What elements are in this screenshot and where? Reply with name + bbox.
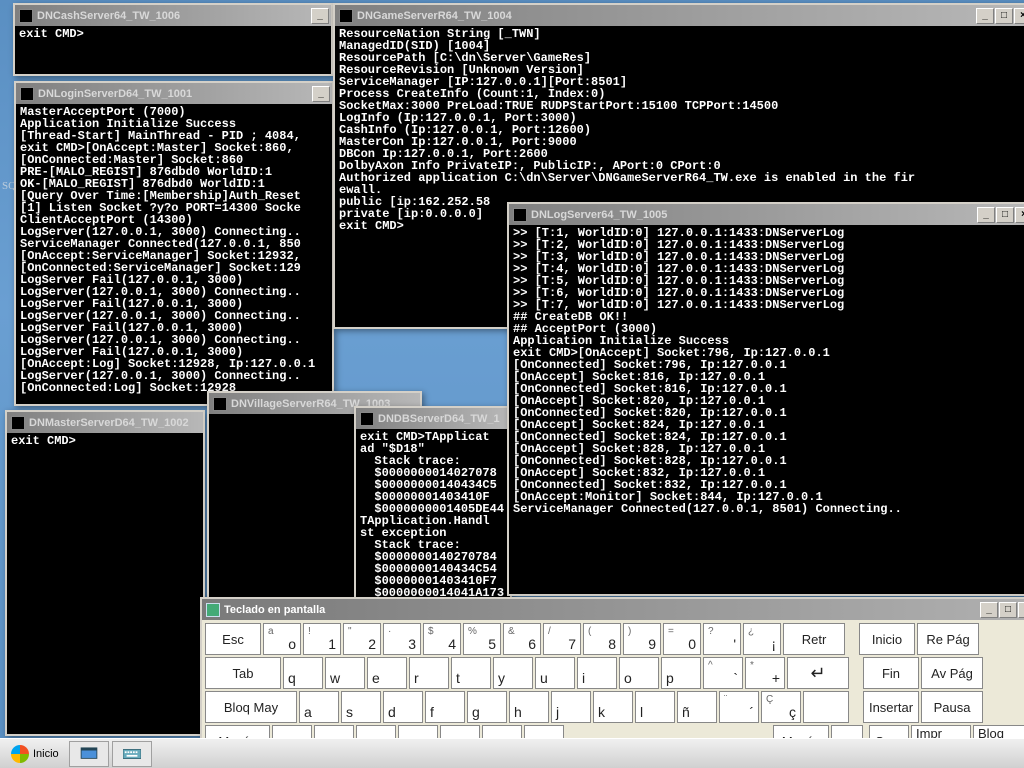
- key[interactable]: [803, 691, 849, 723]
- key[interactable]: p: [661, 657, 701, 689]
- titlebar-master[interactable]: DNMasterServerD64_TW_1002: [7, 412, 203, 433]
- key[interactable]: )9: [623, 623, 661, 655]
- key[interactable]: w: [325, 657, 365, 689]
- titlebar-log[interactable]: DNLogServer64_TW_1005 _ □ ×: [509, 204, 1024, 225]
- titlebar-db[interactable]: DNDBServerD64_TW_1: [356, 408, 510, 429]
- window-cash[interactable]: DNCashServer64_TW_1006 _ exit CMD>: [13, 3, 333, 76]
- key[interactable]: ↵: [787, 657, 849, 689]
- title-cash: DNCashServer64_TW_1006: [37, 10, 311, 22]
- title-login: DNLoginServerD64_TW_1001: [38, 88, 312, 100]
- close-button[interactable]: ×: [1015, 207, 1024, 223]
- key[interactable]: ao: [263, 623, 301, 655]
- cmd-icon: [513, 208, 527, 222]
- titlebar-game[interactable]: DNGameServerR64_TW_1004 _ □ ×: [335, 5, 1024, 26]
- title-game: DNGameServerR64_TW_1004: [357, 10, 976, 22]
- maximize-button[interactable]: □: [999, 602, 1017, 618]
- titlebar-cash[interactable]: DNCashServer64_TW_1006 _: [15, 5, 331, 26]
- minimize-button[interactable]: _: [977, 207, 995, 223]
- key[interactable]: Çç: [761, 691, 801, 723]
- start-button[interactable]: Inicio: [4, 743, 66, 765]
- key[interactable]: Pausa: [921, 691, 983, 723]
- close-button[interactable]: ×: [1014, 8, 1024, 24]
- key[interactable]: &6: [503, 623, 541, 655]
- close-button[interactable]: ×: [1018, 602, 1024, 618]
- key[interactable]: ·3: [383, 623, 421, 655]
- key[interactable]: d: [383, 691, 423, 723]
- window-log[interactable]: DNLogServer64_TW_1005 _ □ × >> [T:1, Wor…: [507, 202, 1024, 596]
- cmd-icon: [19, 9, 33, 23]
- key[interactable]: y: [493, 657, 533, 689]
- key[interactable]: ^`: [703, 657, 743, 689]
- titlebar-osk[interactable]: Teclado en pantalla _ □ ×: [202, 599, 1024, 620]
- title-db: DNDBServerD64_TW_1: [378, 413, 508, 425]
- key[interactable]: o: [619, 657, 659, 689]
- key[interactable]: Fin: [863, 657, 919, 689]
- taskbar[interactable]: Inicio: [0, 738, 1024, 768]
- key[interactable]: Retr: [783, 623, 845, 655]
- key[interactable]: r: [409, 657, 449, 689]
- cmd-icon: [339, 9, 353, 23]
- title-osk: Teclado en pantalla: [224, 604, 980, 616]
- console-cash[interactable]: exit CMD>: [15, 26, 331, 74]
- key[interactable]: /7: [543, 623, 581, 655]
- key[interactable]: s: [341, 691, 381, 723]
- title-log: DNLogServer64_TW_1005: [531, 209, 977, 221]
- cmd-icon: [11, 416, 25, 430]
- taskbar-osk-button[interactable]: [112, 741, 152, 767]
- key[interactable]: "2: [343, 623, 381, 655]
- key[interactable]: h: [509, 691, 549, 723]
- keyboard-icon: [206, 603, 220, 617]
- cmd-icon: [213, 397, 227, 411]
- console-login[interactable]: MasterAcceptPort (7000) Application Init…: [16, 104, 332, 404]
- title-master: DNMasterServerD64_TW_1002: [29, 417, 201, 429]
- key[interactable]: *+: [745, 657, 785, 689]
- key[interactable]: k: [593, 691, 633, 723]
- cmd-icon: [360, 412, 374, 426]
- key[interactable]: Esc: [205, 623, 261, 655]
- key[interactable]: q: [283, 657, 323, 689]
- key[interactable]: l: [635, 691, 675, 723]
- minimize-button[interactable]: _: [312, 86, 330, 102]
- maximize-button[interactable]: □: [995, 8, 1013, 24]
- key[interactable]: Bloq May: [205, 691, 297, 723]
- window-master[interactable]: DNMasterServerD64_TW_1002 exit CMD>: [5, 410, 205, 736]
- console-log[interactable]: >> [T:1, WorldID:0] 127.0.0.1:1433:DNSer…: [509, 225, 1024, 594]
- key[interactable]: !1: [303, 623, 341, 655]
- key[interactable]: Av Pág: [921, 657, 983, 689]
- key[interactable]: ¨´: [719, 691, 759, 723]
- key[interactable]: ?': [703, 623, 741, 655]
- keyboard-icon: [123, 747, 141, 761]
- key[interactable]: %5: [463, 623, 501, 655]
- key[interactable]: $4: [423, 623, 461, 655]
- key[interactable]: j: [551, 691, 591, 723]
- key[interactable]: ñ: [677, 691, 717, 723]
- key[interactable]: e: [367, 657, 407, 689]
- start-label: Inicio: [33, 748, 59, 760]
- key[interactable]: i: [577, 657, 617, 689]
- taskbar-show-desktop[interactable]: [69, 741, 109, 767]
- key[interactable]: =0: [663, 623, 701, 655]
- cmd-icon: [20, 87, 34, 101]
- maximize-button[interactable]: □: [996, 207, 1014, 223]
- minimize-button[interactable]: _: [980, 602, 998, 618]
- minimize-button[interactable]: _: [311, 8, 329, 24]
- key[interactable]: Insertar: [863, 691, 919, 723]
- desktop-icon: [80, 747, 98, 761]
- key[interactable]: t: [451, 657, 491, 689]
- key[interactable]: f: [425, 691, 465, 723]
- key[interactable]: g: [467, 691, 507, 723]
- key[interactable]: (8: [583, 623, 621, 655]
- windows-logo-icon: [11, 745, 29, 763]
- key[interactable]: u: [535, 657, 575, 689]
- key[interactable]: Inicio: [859, 623, 915, 655]
- minimize-button[interactable]: _: [976, 8, 994, 24]
- key[interactable]: Re Pág: [917, 623, 979, 655]
- titlebar-login[interactable]: DNLoginServerD64_TW_1001 _: [16, 83, 332, 104]
- key[interactable]: ¿¡: [743, 623, 781, 655]
- key[interactable]: Tab: [205, 657, 281, 689]
- window-login[interactable]: DNLoginServerD64_TW_1001 _ MasterAcceptP…: [14, 81, 334, 406]
- key[interactable]: a: [299, 691, 339, 723]
- console-master[interactable]: exit CMD>: [7, 433, 203, 734]
